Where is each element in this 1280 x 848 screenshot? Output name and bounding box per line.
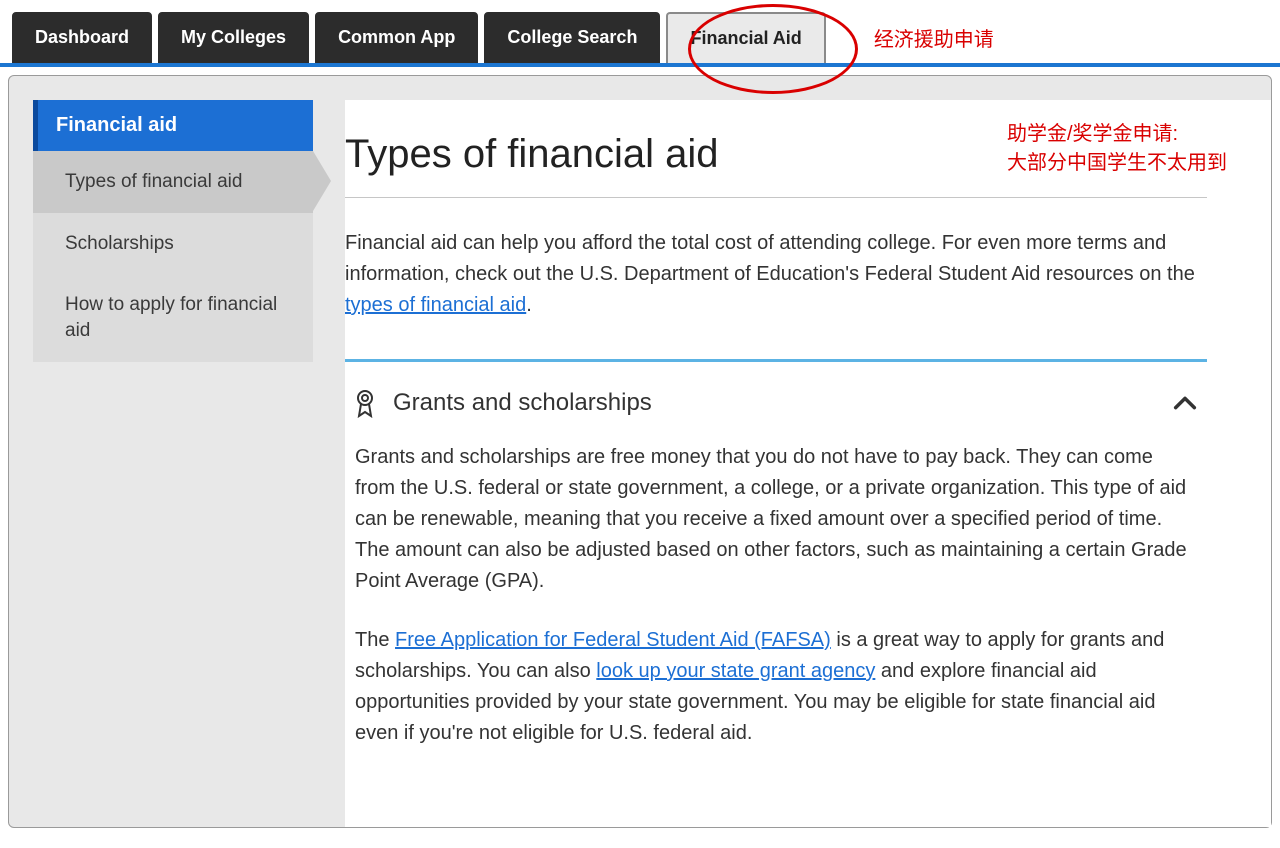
- annotation-content-translation: 助学金/奖学金申请: 大部分中国学生不太用到: [1007, 120, 1227, 178]
- intro-paragraph: Financial aid can help you afford the to…: [345, 228, 1207, 321]
- accordion-grants-scholarships: Grants and scholarships Grants and schol…: [345, 359, 1207, 787]
- accordion-title: Grants and scholarships: [393, 389, 1171, 417]
- title-divider: [345, 197, 1207, 198]
- accordion-header[interactable]: Grants and scholarships: [345, 362, 1207, 428]
- tab-common-app[interactable]: Common App: [315, 12, 478, 63]
- sidebar-item-how-to-apply[interactable]: How to apply for financial aid: [33, 274, 313, 361]
- grants-paragraph-1: Grants and scholarships are free money t…: [355, 442, 1197, 597]
- accordion-body: Grants and scholarships are free money t…: [345, 428, 1207, 787]
- tab-financial-aid[interactable]: Financial Aid: [666, 12, 825, 63]
- tab-college-search[interactable]: College Search: [484, 12, 660, 63]
- award-ribbon-icon: [353, 388, 377, 418]
- tab-my-colleges[interactable]: My Colleges: [158, 12, 309, 63]
- chevron-up-icon: [1171, 389, 1199, 417]
- sidebar-item-scholarships[interactable]: Scholarships: [33, 213, 313, 275]
- sidebar-item-types[interactable]: Types of financial aid: [33, 151, 313, 213]
- grants-paragraph-2: The Free Application for Federal Student…: [355, 625, 1197, 749]
- link-state-grant-agency[interactable]: look up your state grant agency: [596, 660, 875, 682]
- annotation-tab-translation: 经济援助申请: [874, 23, 994, 52]
- top-tab-bar: Dashboard My Colleges Common App College…: [0, 0, 1280, 63]
- sidebar-heading: Financial aid: [33, 100, 313, 151]
- link-fafsa[interactable]: Free Application for Federal Student Aid…: [395, 629, 831, 651]
- sidebar: Financial aid Types of financial aid Sch…: [33, 100, 313, 362]
- link-types-of-financial-aid[interactable]: types of financial aid: [345, 294, 526, 316]
- tab-dashboard[interactable]: Dashboard: [12, 12, 152, 63]
- main-content: 助学金/奖学金申请: 大部分中国学生不太用到 Types of financia…: [345, 100, 1271, 827]
